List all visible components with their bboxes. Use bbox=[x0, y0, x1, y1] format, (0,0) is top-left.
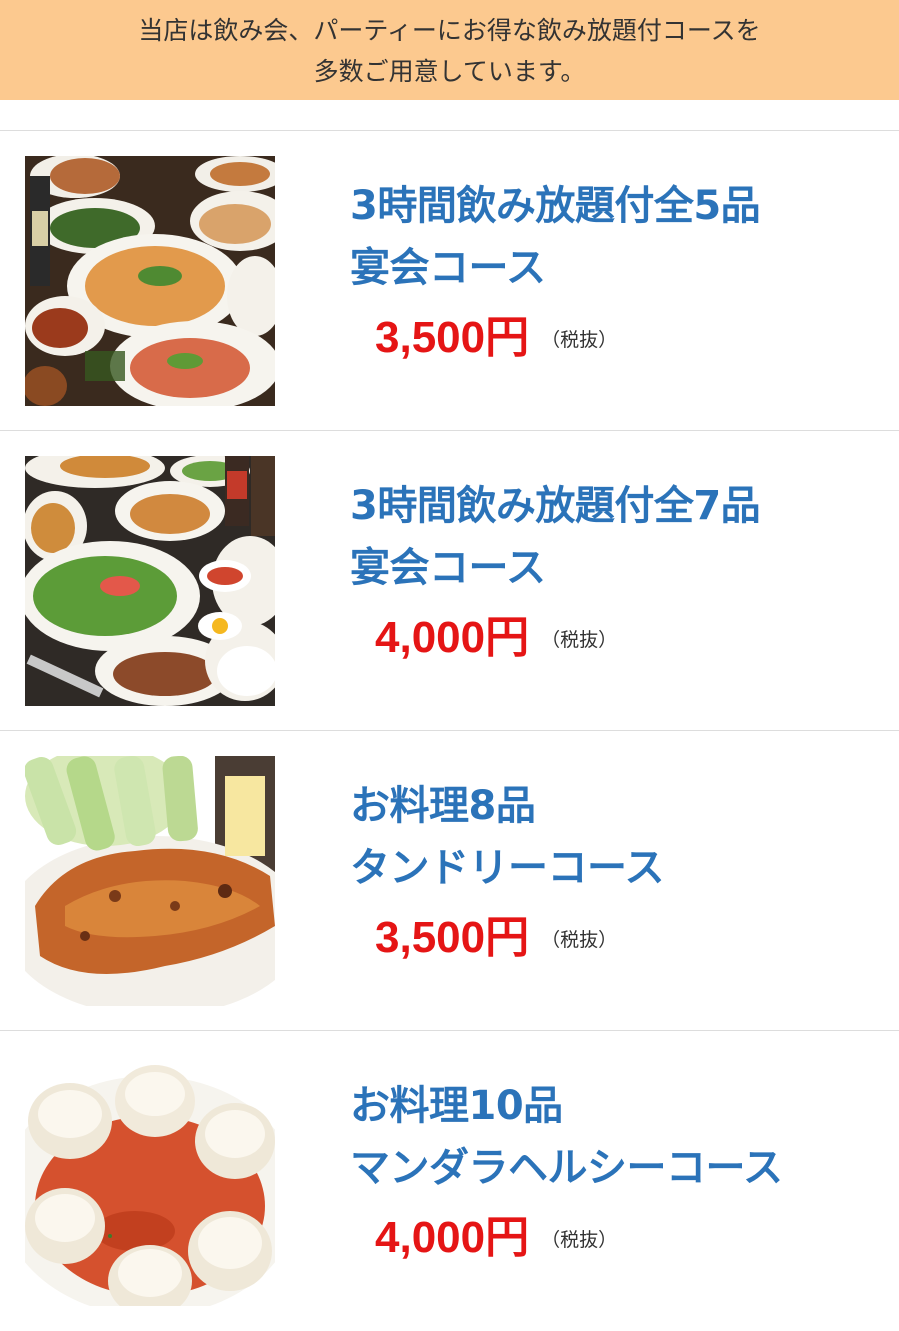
curry-salad-banquet-photo bbox=[25, 456, 275, 706]
tax-note: （税抜） bbox=[541, 929, 618, 951]
banner-spacer bbox=[0, 100, 899, 131]
course-item[interactable]: 3時間飲み放題付全5品 宴会コース 3,500円 （税抜） bbox=[0, 131, 899, 431]
banner-line-1: 当店は飲み会、パーティーにお得な飲み放題付コースを bbox=[138, 16, 761, 45]
course-price: 3,500円 bbox=[375, 313, 530, 362]
price-row: 3,500円 （税抜） bbox=[350, 901, 889, 965]
course-item[interactable]: お料理10品 マンダラヘルシーコース 4,000円 （税抜） bbox=[0, 1031, 899, 1331]
course-info: お料理10品 マンダラヘルシーコース 4,000円 （税抜） bbox=[350, 1075, 889, 1265]
course-title-line-2: タンドリーコース bbox=[350, 845, 665, 891]
course-title-line-1: お料理8品 bbox=[350, 783, 536, 829]
banner-line-2: 多数ご用意しています。 bbox=[313, 57, 586, 86]
course-info: 3時間飲み放題付全5品 宴会コース 3,500円 （税抜） bbox=[350, 175, 889, 365]
course-title-line-2: マンダラヘルシーコース bbox=[350, 1145, 783, 1191]
course-item[interactable]: 3時間飲み放題付全7品 宴会コース 4,000円 （税抜） bbox=[0, 431, 899, 731]
course-info: 3時間飲み放題付全7品 宴会コース 4,000円 （税抜） bbox=[350, 475, 889, 665]
price-row: 3,500円 （税抜） bbox=[350, 301, 889, 365]
course-price: 4,000円 bbox=[375, 1213, 530, 1262]
course-title-line-1: 3時間飲み放題付全5品 bbox=[350, 183, 761, 229]
price-row: 4,000円 （税抜） bbox=[350, 601, 889, 665]
course-info: お料理8品 タンドリーコース 3,500円 （税抜） bbox=[350, 775, 889, 965]
tax-note: （税抜） bbox=[541, 629, 618, 651]
course-title-line-2: 宴会コース bbox=[350, 545, 546, 591]
momo-dumplings-photo bbox=[25, 1056, 275, 1306]
tax-note: （税抜） bbox=[541, 1229, 618, 1251]
price-row: 4,000円 （税抜） bbox=[350, 1201, 889, 1265]
course-title-line-1: お料理10品 bbox=[350, 1083, 563, 1129]
course-item[interactable]: お料理8品 タンドリーコース 3,500円 （税抜） bbox=[0, 731, 899, 1031]
course-title-line-1: 3時間飲み放題付全7品 bbox=[350, 483, 761, 529]
pad-thai-banquet-photo bbox=[25, 156, 275, 406]
course-list: 3時間飲み放題付全5品 宴会コース 3,500円 （税抜） 3時間飲み放題付全7… bbox=[0, 131, 899, 1331]
tandoori-chicken-photo bbox=[25, 756, 275, 1006]
course-price: 4,000円 bbox=[375, 613, 530, 662]
course-price: 3,500円 bbox=[375, 913, 530, 962]
course-title-line-2: 宴会コース bbox=[350, 245, 546, 291]
tax-note: （税抜） bbox=[541, 329, 618, 351]
promo-banner: 当店は飲み会、パーティーにお得な飲み放題付コースを 多数ご用意しています。 bbox=[0, 0, 899, 100]
